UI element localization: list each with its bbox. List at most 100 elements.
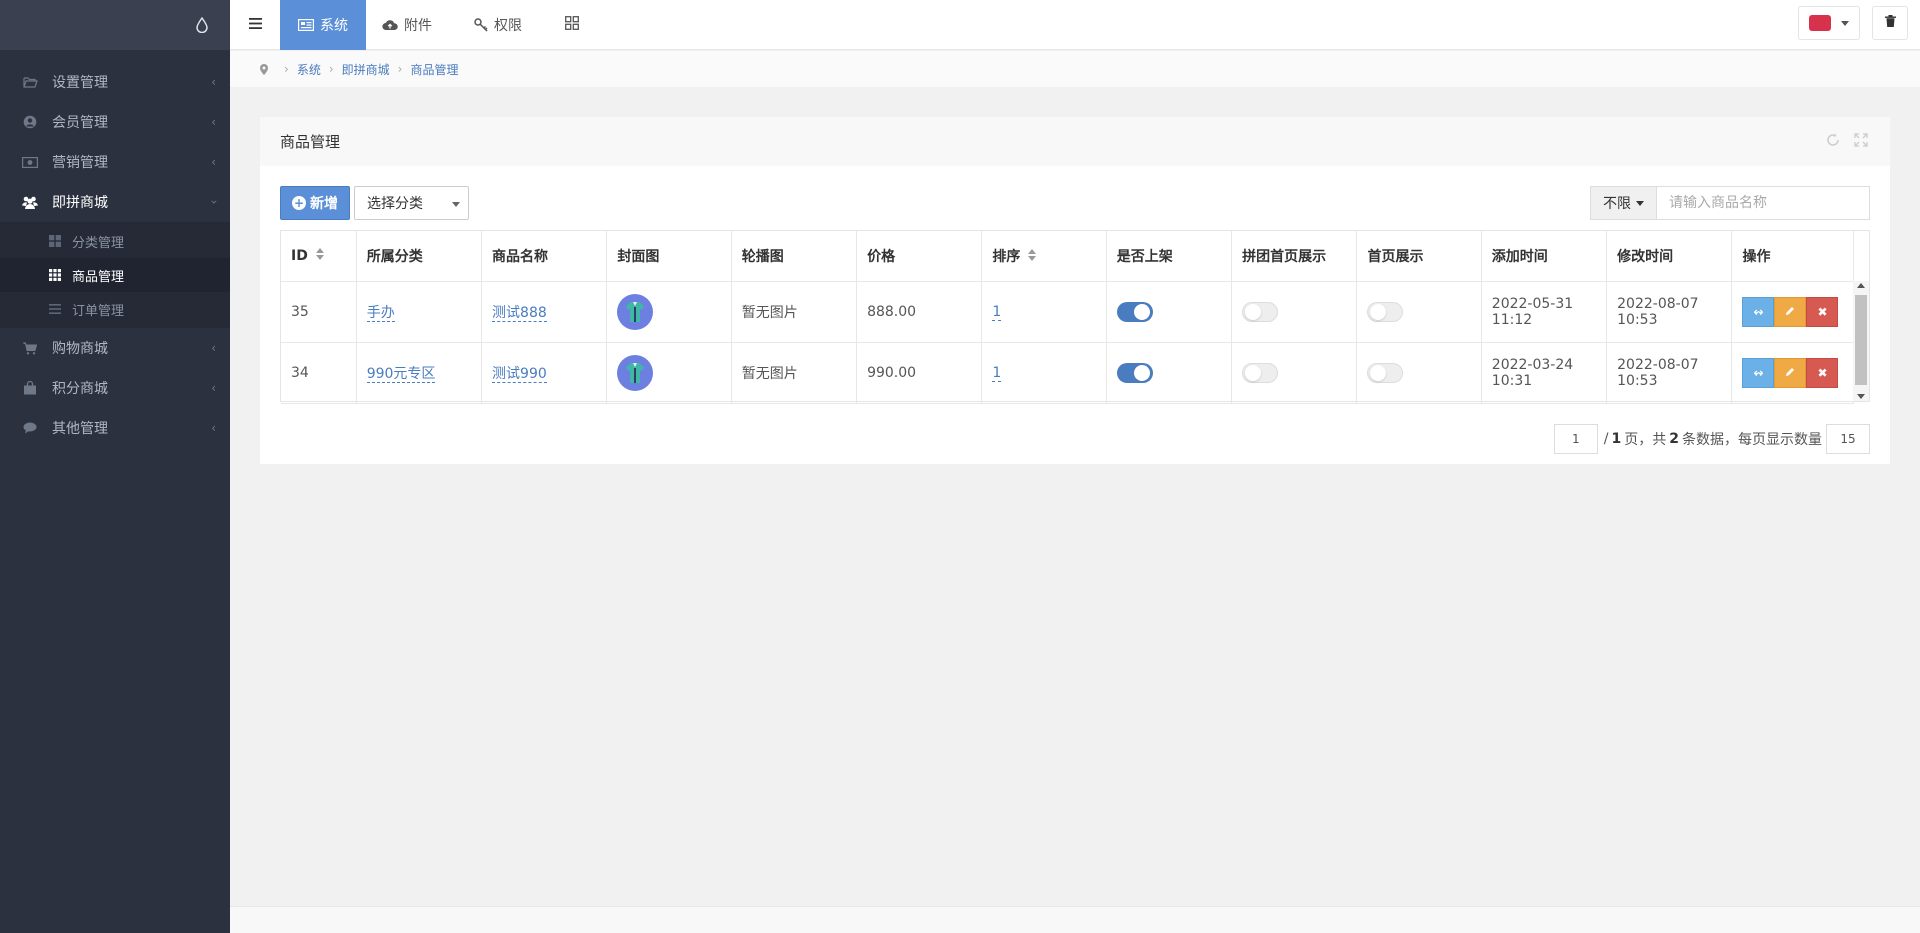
fullscreen-icon[interactable] bbox=[1854, 133, 1870, 149]
key-icon bbox=[474, 18, 488, 32]
cell-modified-time: 2022-08-07 10:53 bbox=[1606, 342, 1733, 404]
hamburger-icon bbox=[248, 17, 262, 33]
sort-icon[interactable] bbox=[1028, 248, 1037, 265]
column-header-category: 所属分类 bbox=[356, 231, 483, 282]
sidebar-item-label: 购物商城 bbox=[52, 341, 108, 357]
scroll-down-icon[interactable] bbox=[1857, 394, 1865, 399]
breadcrumb-link-products[interactable]: 商品管理 bbox=[410, 61, 458, 78]
chevron-left-icon: ‹ bbox=[211, 421, 216, 435]
cover-image-thumbnail[interactable] bbox=[617, 293, 654, 330]
product-search-input[interactable] bbox=[1656, 186, 1870, 220]
cell-carousel: 暂无图片 bbox=[731, 342, 858, 404]
page-number-input[interactable] bbox=[1553, 424, 1598, 454]
tab-label: 附件 bbox=[404, 18, 432, 34]
sidebar-item-marketing[interactable]: 营销管理 ‹ bbox=[0, 142, 230, 182]
sidebar-item-other[interactable]: 其他管理 ‹ bbox=[0, 408, 230, 448]
sidebar-toggle-button[interactable] bbox=[230, 0, 280, 50]
column-header-id[interactable]: ID bbox=[281, 231, 357, 282]
chevron-left-icon: ‹ bbox=[211, 115, 216, 129]
sort-value-link[interactable]: 1 bbox=[992, 364, 1002, 382]
delete-button[interactable]: ✖ bbox=[1806, 357, 1839, 388]
caret-down-icon bbox=[452, 202, 460, 207]
cell-home bbox=[1356, 342, 1482, 404]
cell-price: 888.00 bbox=[856, 281, 983, 343]
water-drop-icon[interactable] bbox=[196, 16, 208, 34]
group-home-toggle[interactable] bbox=[1242, 362, 1279, 383]
cell-on-shelf bbox=[1106, 342, 1233, 404]
sidebar-subitem-orders[interactable]: 订单管理 bbox=[0, 292, 230, 326]
sidebar-item-group-mall[interactable]: 即拼商城 ‹ bbox=[0, 182, 230, 222]
drag-sort-button[interactable]: ↭ bbox=[1742, 296, 1775, 327]
table-header-row: ID 所属分类 商品名称 封面图 轮播图 价格 排序 是否上架 拼团首页展示 首… bbox=[281, 231, 1854, 282]
sidebar-subitem-category[interactable]: 分类管理 bbox=[0, 224, 230, 258]
drag-icon: ↭ bbox=[1753, 365, 1764, 380]
column-header-price: 价格 bbox=[856, 231, 983, 282]
breadcrumb-link-group-mall[interactable]: 即拼商城 bbox=[342, 61, 390, 78]
column-label: ID bbox=[291, 247, 308, 264]
home-toggle[interactable] bbox=[1367, 301, 1404, 322]
sidebar-item-label: 设置管理 bbox=[52, 75, 108, 91]
breadcrumb-link-system[interactable]: 系统 bbox=[297, 61, 321, 78]
sidebar-subitem-label: 订单管理 bbox=[72, 303, 125, 319]
sidebar-header bbox=[0, 0, 230, 50]
on-shelf-toggle[interactable] bbox=[1116, 362, 1153, 383]
group-home-toggle[interactable] bbox=[1242, 301, 1279, 322]
cell-actions: ↭ ✖ bbox=[1731, 281, 1854, 343]
add-product-button[interactable]: + 新增 bbox=[280, 186, 350, 220]
product-table-container: ID 所属分类 商品名称 封面图 轮播图 价格 排序 是否上架 拼团首页展示 首… bbox=[280, 230, 1870, 404]
footer bbox=[230, 906, 1920, 933]
breadcrumb-separator: › bbox=[328, 62, 334, 76]
clear-cache-button[interactable] bbox=[1872, 6, 1908, 40]
tab-system[interactable]: 系统 bbox=[280, 0, 366, 50]
search-filter-dropdown[interactable]: 不限 bbox=[1590, 186, 1656, 220]
tab-attachments[interactable]: 附件 bbox=[364, 0, 450, 50]
cell-added-time: 2022-05-31 11:12 bbox=[1481, 281, 1608, 343]
cell-name: 测试990 bbox=[481, 342, 608, 404]
scrollbar-thumb[interactable] bbox=[1855, 295, 1867, 385]
sort-icon[interactable] bbox=[315, 247, 324, 264]
cell-cover bbox=[606, 342, 732, 404]
category-select[interactable]: 选择分类 bbox=[354, 186, 469, 220]
cell-actions: ↭ ✖ bbox=[1731, 342, 1854, 404]
edit-button[interactable] bbox=[1774, 357, 1807, 388]
filter-label: 不限 bbox=[1603, 196, 1631, 212]
home-toggle[interactable] bbox=[1367, 362, 1404, 383]
column-header-group-home: 拼团首页展示 bbox=[1231, 231, 1358, 282]
edit-button[interactable] bbox=[1774, 296, 1807, 327]
sidebar-item-points-mall[interactable]: 积分商城 ‹ bbox=[0, 368, 230, 408]
drag-icon: ↭ bbox=[1753, 304, 1764, 319]
chevron-down-icon: ‹ bbox=[206, 199, 221, 205]
breadcrumb-separator: › bbox=[284, 62, 289, 76]
page-size-select[interactable]: 15 bbox=[1826, 424, 1870, 454]
table-vertical-scrollbar[interactable] bbox=[1853, 281, 1869, 401]
pencil-icon bbox=[1785, 366, 1795, 380]
system-icon bbox=[298, 19, 314, 31]
category-select-value: 选择分类 bbox=[367, 196, 423, 212]
column-header-cover: 封面图 bbox=[606, 231, 732, 282]
folder-open-icon bbox=[22, 74, 38, 90]
category-link[interactable]: 手办 bbox=[366, 304, 395, 322]
sidebar-item-members[interactable]: 会员管理 ‹ bbox=[0, 102, 230, 142]
sidebar-subitem-products[interactable]: 商品管理 bbox=[0, 258, 230, 292]
drag-sort-button[interactable]: ↭ bbox=[1742, 357, 1775, 388]
delete-button[interactable]: ✖ bbox=[1806, 296, 1839, 327]
grid-menu-button[interactable] bbox=[550, 0, 594, 50]
category-link[interactable]: 990元专区 bbox=[366, 365, 436, 383]
user-menu-button[interactable] bbox=[1798, 6, 1860, 40]
cell-modified-time: 2022-08-07 10:53 bbox=[1606, 281, 1733, 343]
sidebar-item-label: 积分商城 bbox=[52, 381, 108, 397]
refresh-icon[interactable] bbox=[1826, 133, 1842, 149]
pager-pages-prefix: / bbox=[1603, 431, 1609, 447]
product-name-link[interactable]: 测试990 bbox=[492, 365, 547, 383]
scroll-up-icon[interactable] bbox=[1857, 283, 1865, 288]
product-name-link[interactable]: 测试888 bbox=[492, 304, 547, 322]
sidebar-item-settings[interactable]: 设置管理 ‹ bbox=[0, 62, 230, 102]
column-header-sort[interactable]: 排序 bbox=[981, 231, 1107, 282]
sidebar-item-shop[interactable]: 购物商城 ‹ bbox=[0, 328, 230, 368]
cover-image-thumbnail[interactable] bbox=[617, 354, 654, 391]
column-header-added-time: 添加时间 bbox=[1481, 231, 1608, 282]
on-shelf-toggle[interactable] bbox=[1116, 301, 1153, 322]
sort-value-link[interactable]: 1 bbox=[992, 303, 1002, 321]
add-button-label: 新增 bbox=[310, 196, 338, 212]
tab-permissions[interactable]: 权限 bbox=[456, 0, 540, 50]
